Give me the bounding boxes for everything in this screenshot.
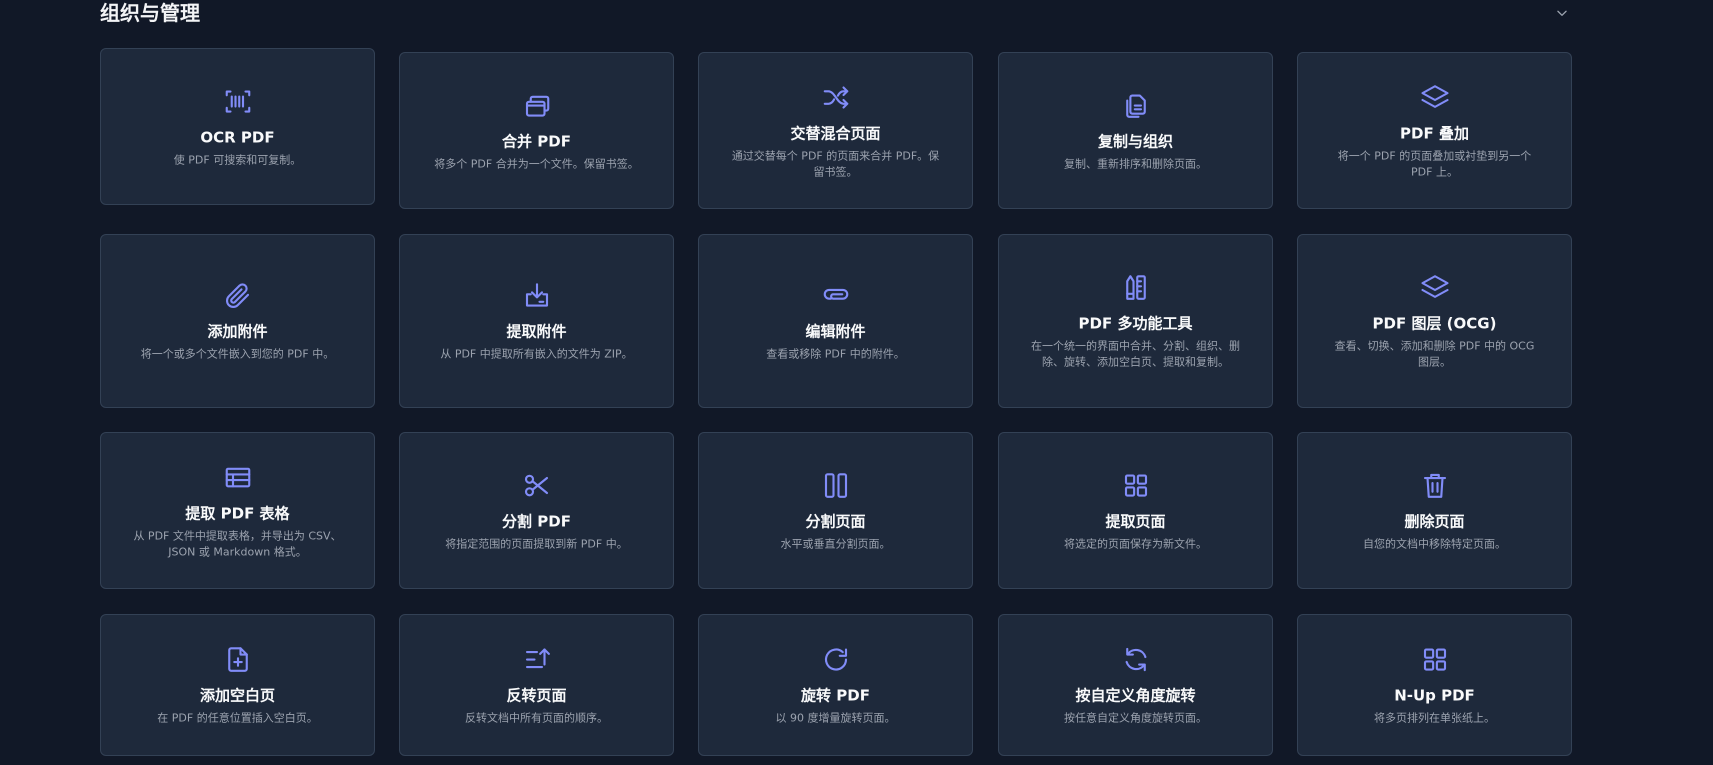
card-description: 复制、重新排序和删除页面。	[1064, 157, 1207, 170]
card-title: 提取 PDF 表格	[185, 504, 290, 522]
paperclip-icon	[222, 280, 254, 312]
tool-card-pdf-layers[interactable]: PDF 图层 (OCG) 查看、切换、添加和删除 PDF 中的 OCG 图层。	[1297, 234, 1572, 408]
card-title: 旋转 PDF	[801, 686, 870, 705]
copy-document-icon	[1120, 89, 1152, 121]
tool-card-rotate-pdf[interactable]: 旋转 PDF 以 90 度增量旋转页面。	[698, 614, 973, 756]
card-title: N-Up PDF	[1394, 686, 1475, 705]
tool-card-n-up-pdf[interactable]: N-Up PDF 将多页排列在单张纸上。	[1297, 614, 1572, 756]
card-description: 将选定的页面保存为新文件。	[1064, 537, 1207, 550]
card-description: 反转文档中所有页面的顺序。	[465, 711, 608, 725]
card-description: 自您的文档中移除特定页面。	[1363, 537, 1506, 550]
card-description: 将指定范围的页面提取到新 PDF 中。	[445, 537, 628, 550]
tool-card-delete-pages[interactable]: 删除页面 自您的文档中移除特定页面。	[1297, 432, 1572, 589]
card-title: 反转页面	[506, 686, 567, 705]
card-title: 按自定义角度旋转	[1075, 686, 1196, 705]
tool-card-merge-pdf[interactable]: 合并 PDF 将多个 PDF 合并为一个文件。保留书签。	[399, 52, 674, 209]
card-description: 水平或垂直分割页面。	[780, 537, 891, 550]
card-description: 在 PDF 的任意位置插入空白页。	[157, 711, 318, 725]
card-description: 从 PDF 文件中提取表格，并导出为 CSV、JSON 或 Markdown 格…	[133, 529, 342, 558]
card-description: 通过交替每个 PDF 的页面来合并 PDF。保留书签。	[731, 149, 940, 178]
tool-card-ocr-pdf[interactable]: OCR PDF 使 PDF 可搜索和可复制。	[100, 48, 375, 205]
card-title: PDF 图层 (OCG)	[1372, 314, 1497, 333]
layers-icon	[1419, 81, 1451, 113]
tool-card-edit-attachment[interactable]: 编辑附件 查看或移除 PDF 中的附件。	[698, 234, 973, 408]
card-title: 提取附件	[506, 322, 567, 341]
card-description: 将一个 PDF 的页面叠加或衬垫到另一个 PDF 上。	[1337, 149, 1532, 178]
card-title: 复制与组织	[1097, 132, 1173, 150]
card-title: 编辑附件	[805, 322, 866, 341]
grid-icon	[1419, 644, 1451, 676]
trash-icon	[1419, 469, 1451, 501]
sort-reverse-icon	[521, 644, 553, 676]
rotate-cw-icon	[820, 644, 852, 676]
tool-card-extract-pages[interactable]: 提取页面 将选定的页面保存为新文件。	[998, 432, 1273, 589]
card-title: PDF 叠加	[1400, 124, 1469, 142]
tool-card-add-blank-page[interactable]: 添加空白页 在 PDF 的任意位置插入空白页。	[100, 614, 375, 756]
card-description: 将多个 PDF 合并为一个文件。保留书签。	[434, 157, 639, 170]
tool-card-reverse-pages[interactable]: 反转页面 反转文档中所有页面的顺序。	[399, 614, 674, 756]
refresh-icon	[1120, 644, 1152, 676]
card-description: 使 PDF 可搜索和可复制。	[173, 153, 302, 166]
layers-icon	[1419, 272, 1451, 304]
tool-card-custom-rotate[interactable]: 按自定义角度旋转 按任意自定义角度旋转页面。	[998, 614, 1273, 756]
card-description: 从 PDF 中提取所有嵌入的文件为 ZIP。	[440, 347, 633, 361]
tool-card-copy-organize[interactable]: 复制与组织 复制、重新排序和删除页面。	[998, 52, 1273, 209]
card-description: 以 90 度增量旋转页面。	[775, 711, 896, 725]
scissors-icon	[521, 469, 553, 501]
tool-card-split-pdf[interactable]: 分割 PDF 将指定范围的页面提取到新 PDF 中。	[399, 432, 674, 589]
split-columns-icon	[820, 469, 852, 501]
card-title: 分割 PDF	[502, 512, 571, 530]
download-tray-icon	[521, 280, 553, 312]
card-title: 删除页面	[1404, 512, 1465, 530]
table-icon	[222, 461, 254, 493]
card-title: PDF 多功能工具	[1078, 314, 1193, 333]
tool-card-pdf-overlay[interactable]: PDF 叠加 将一个 PDF 的页面叠加或衬垫到另一个 PDF 上。	[1297, 52, 1572, 209]
card-description: 查看、切换、添加和删除 PDF 中的 OCG 图层。	[1334, 339, 1535, 369]
card-description: 在一个统一的界面中合并、分割、组织、删除、旋转、添加空白页、提取和复制。	[1031, 339, 1240, 369]
card-description: 查看或移除 PDF 中的附件。	[766, 347, 905, 361]
card-description: 按任意自定义角度旋转页面。	[1064, 711, 1207, 725]
card-description: 将多页排列在单张纸上。	[1374, 711, 1495, 725]
chevron-down-icon	[1557, 10, 1567, 16]
tool-card-extract-attachment[interactable]: 提取附件 从 PDF 中提取所有嵌入的文件为 ZIP。	[399, 234, 674, 408]
section-header[interactable]: 组织与管理	[100, 0, 1571, 26]
card-title: 交替混合页面	[790, 124, 881, 142]
tool-card-extract-tables[interactable]: 提取 PDF 表格 从 PDF 文件中提取表格，并导出为 CSV、JSON 或 …	[100, 432, 375, 589]
card-title: 添加空白页	[199, 686, 275, 705]
card-title: 添加附件	[207, 322, 268, 341]
card-title: 合并 PDF	[502, 132, 571, 150]
card-title: 分割页面	[805, 512, 866, 530]
tool-card-add-attachment[interactable]: 添加附件 将一个或多个文件嵌入到您的 PDF 中。	[100, 234, 375, 408]
tool-card-alternate-mix[interactable]: 交替混合页面 通过交替每个 PDF 的页面来合并 PDF。保留书签。	[698, 52, 973, 209]
card-title: OCR PDF	[200, 128, 275, 146]
barcode-scan-icon	[222, 85, 254, 117]
section-title: 组织与管理	[100, 1, 200, 25]
tool-card-split-pages[interactable]: 分割页面 水平或垂直分割页面。	[698, 432, 973, 589]
card-description: 将一个或多个文件嵌入到您的 PDF 中。	[140, 347, 335, 361]
card-title: 提取页面	[1105, 512, 1166, 530]
stacked-pages-icon	[521, 89, 553, 121]
grid-icon	[1120, 469, 1152, 501]
pencil-ruler-icon	[1120, 272, 1152, 304]
file-plus-icon	[222, 644, 254, 676]
collapse-toggle[interactable]	[1553, 4, 1571, 22]
shuffle-icon	[820, 81, 852, 113]
attachment-icon	[820, 280, 852, 312]
tool-card-multi-tool[interactable]: PDF 多功能工具 在一个统一的界面中合并、分割、组织、删除、旋转、添加空白页、…	[998, 234, 1273, 408]
